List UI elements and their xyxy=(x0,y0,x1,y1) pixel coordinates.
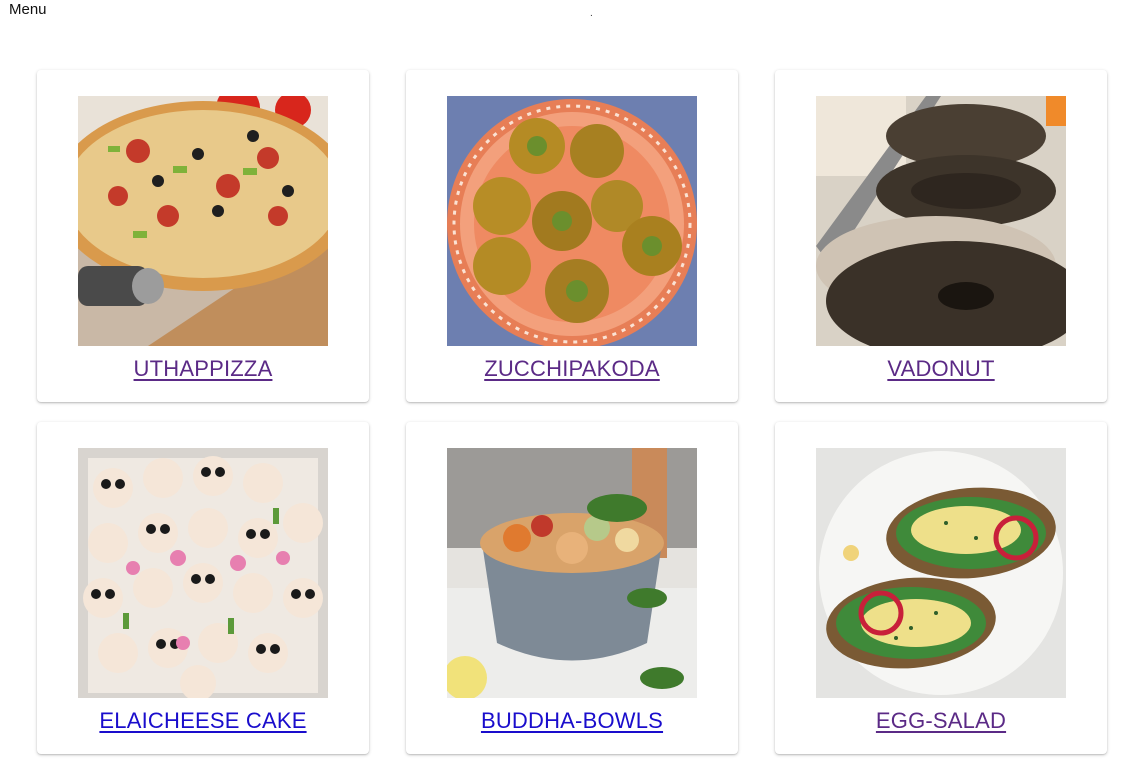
pakoda-image[interactable] xyxy=(447,96,697,346)
dish-link-buddha-bowls[interactable]: BUDDHA-BOWLS xyxy=(481,708,663,733)
dish-link-zucchipakoda[interactable]: ZUCCHIPAKODA xyxy=(484,356,660,381)
dot-mark: . xyxy=(590,8,593,19)
dish-card-buddha-bowls[interactable]: BUDDHA-BOWLS xyxy=(406,422,738,754)
pizza-image-art xyxy=(78,96,328,346)
top-bar: Menu . xyxy=(0,0,1143,24)
cupcakes-image-art xyxy=(78,448,328,698)
dish-card-vadonut[interactable]: VADONUT xyxy=(775,70,1107,402)
donut-image-art xyxy=(816,96,1066,346)
page-title: Menu xyxy=(9,1,47,18)
dish-grid: UTHAPPIZZA ZUCCHIPAKODA VADONUT ELAICHEE… xyxy=(37,70,1107,754)
dish-link-egg-salad[interactable]: EGG-SALAD xyxy=(876,708,1006,733)
dish-name: BUDDHA-BOWLS xyxy=(406,708,738,734)
dish-link-vadonut[interactable]: VADONUT xyxy=(887,356,994,381)
dish-link-uthappizza[interactable]: UTHAPPIZZA xyxy=(134,356,273,381)
donut-image[interactable] xyxy=(816,96,1066,346)
egg-toast-image[interactable] xyxy=(816,448,1066,698)
cupcakes-image[interactable] xyxy=(78,448,328,698)
dish-name: ZUCCHIPAKODA xyxy=(406,356,738,382)
pakoda-image-art xyxy=(447,96,697,346)
dish-card-zucchipakoda[interactable]: ZUCCHIPAKODA xyxy=(406,70,738,402)
dish-name: VADONUT xyxy=(775,356,1107,382)
dish-card-elaicheese-cake[interactable]: ELAICHEESE CAKE xyxy=(37,422,369,754)
egg-toast-image-art xyxy=(816,448,1066,698)
dish-name: EGG-SALAD xyxy=(775,708,1107,734)
dish-card-egg-salad[interactable]: EGG-SALAD xyxy=(775,422,1107,754)
pizza-image[interactable] xyxy=(78,96,328,346)
bowl-image[interactable] xyxy=(447,448,697,698)
dish-card-uthappizza[interactable]: UTHAPPIZZA xyxy=(37,70,369,402)
dish-name: ELAICHEESE CAKE xyxy=(37,708,369,734)
dish-name: UTHAPPIZZA xyxy=(37,356,369,382)
bowl-image-art xyxy=(447,448,697,698)
dish-link-elaicheese-cake[interactable]: ELAICHEESE CAKE xyxy=(99,708,306,733)
